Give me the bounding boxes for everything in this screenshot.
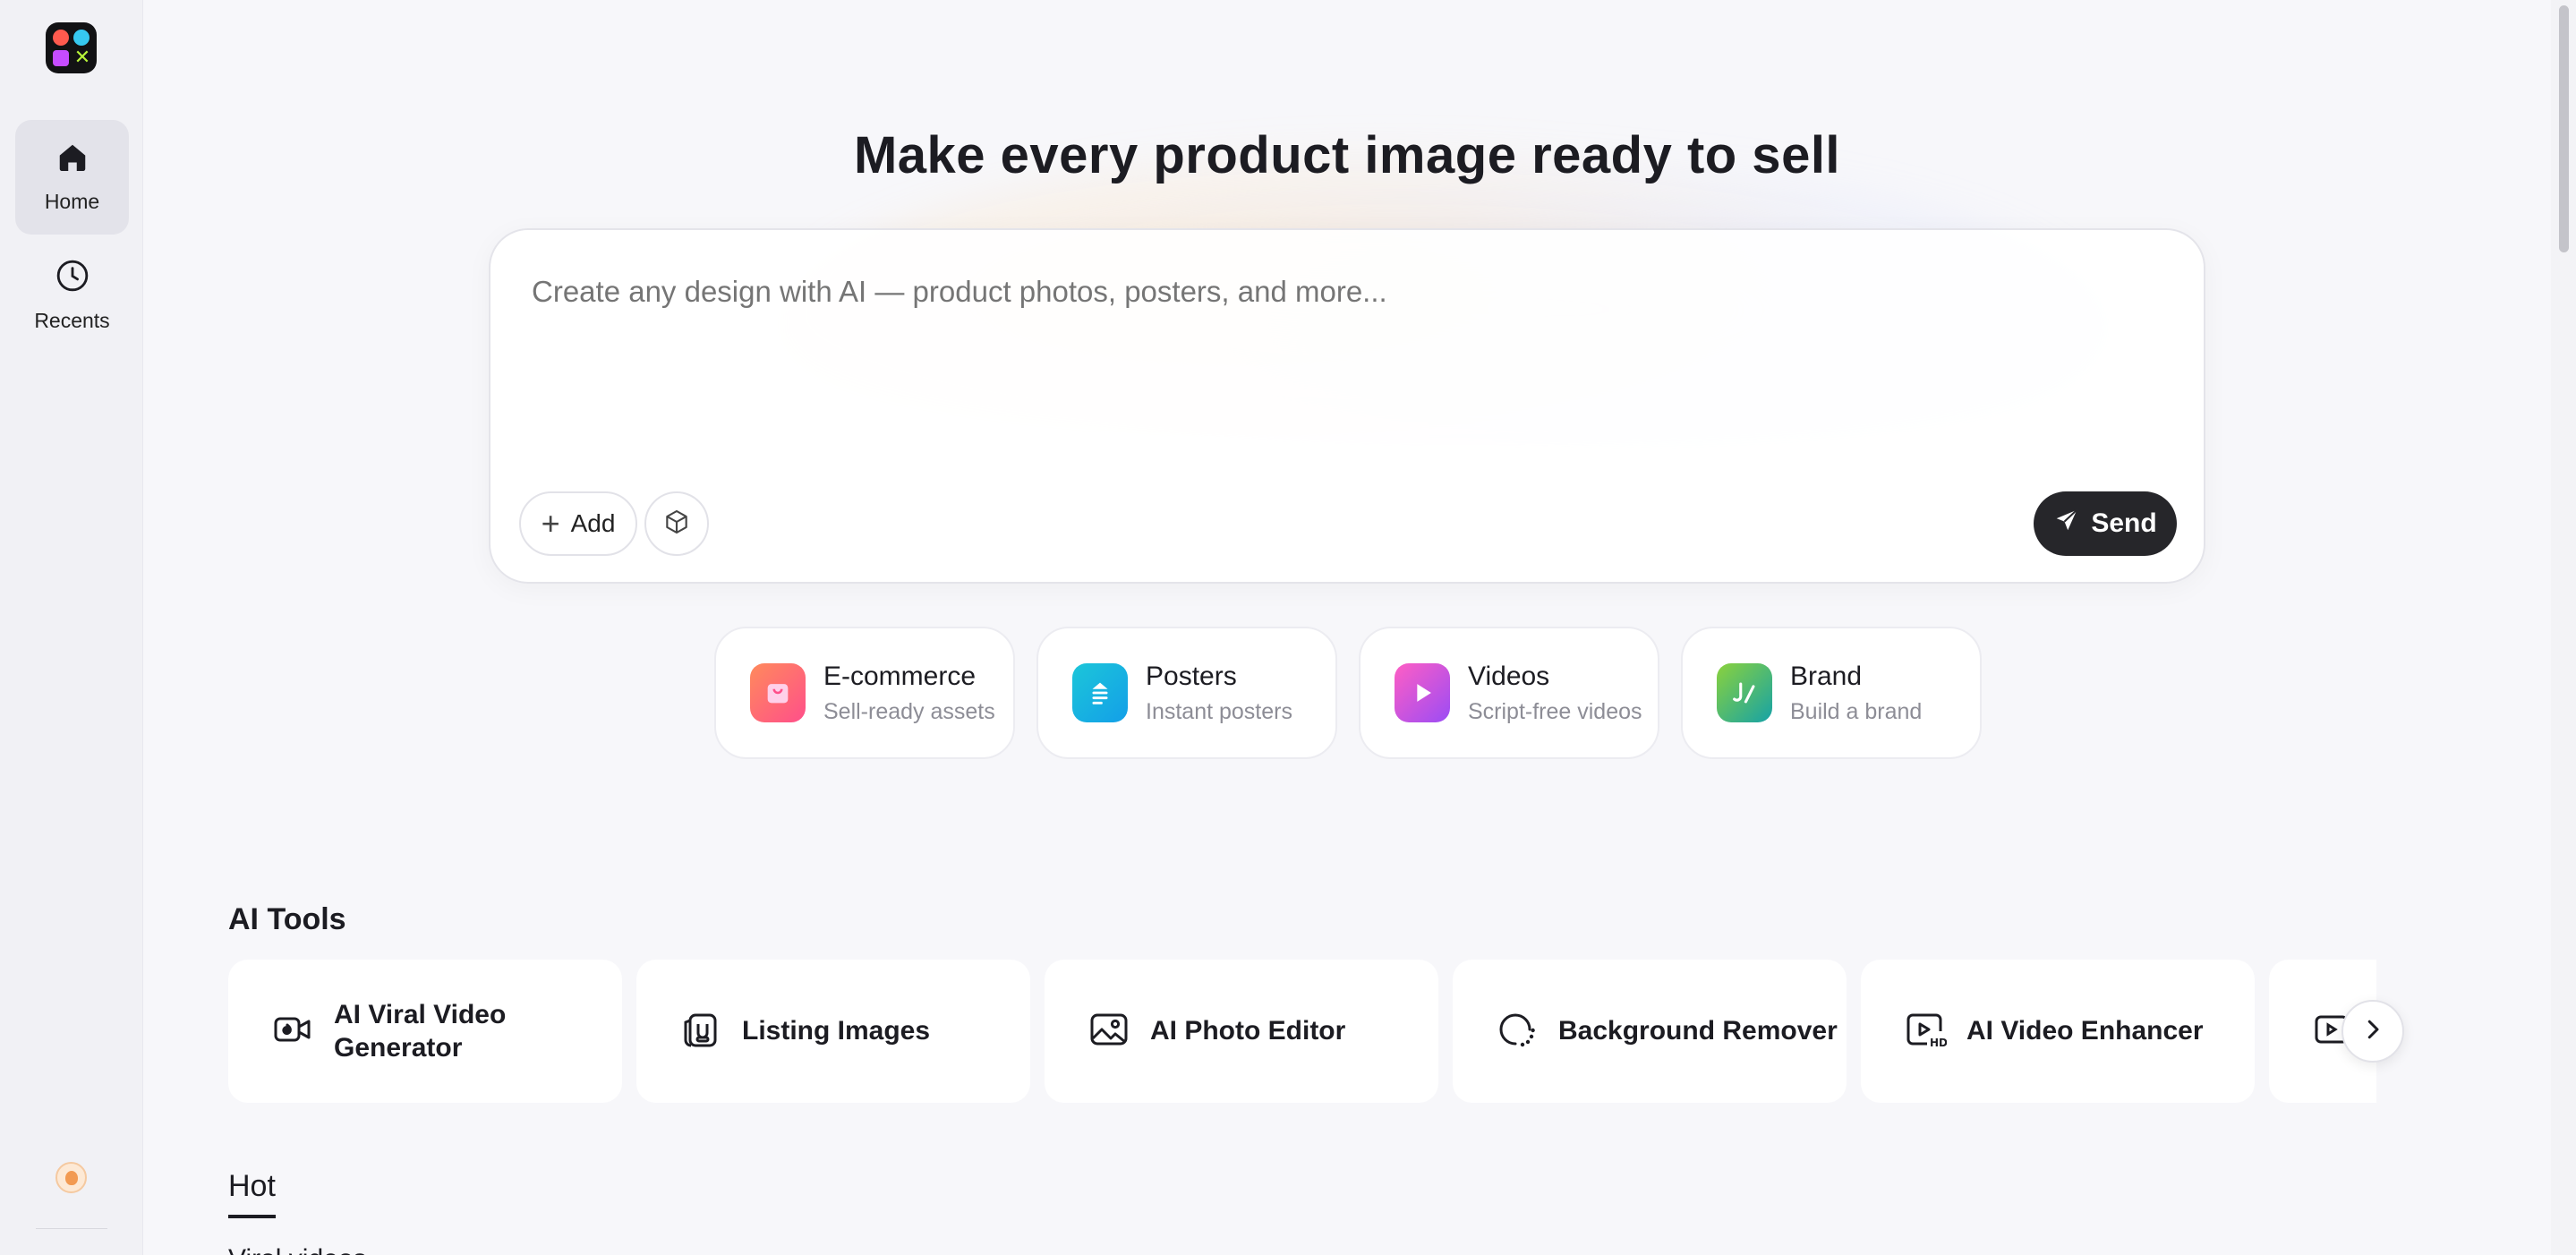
category-title: Posters xyxy=(1146,661,1237,691)
listing-images-icon xyxy=(679,1008,722,1055)
logo-dot-purple xyxy=(53,50,69,66)
tool-label: Listing Images xyxy=(742,1016,931,1046)
poster-icon xyxy=(1072,663,1128,722)
category-subtitle: Build a brand xyxy=(1790,698,1923,724)
category-posters[interactable]: Posters Instant posters xyxy=(1036,627,1337,759)
tool-label: AI Photo Editor xyxy=(1150,1016,1346,1046)
ai-tools-title: AI Tools xyxy=(228,902,346,936)
app-logo[interactable]: ✕ xyxy=(46,22,97,73)
background-remover-icon xyxy=(1496,1008,1539,1055)
tool-label: AI Video Enhancer xyxy=(1966,1016,2204,1046)
brand-icon xyxy=(1717,663,1772,722)
product-button[interactable] xyxy=(644,491,709,556)
sidebar-item-label: Recents xyxy=(34,309,110,332)
category-brand[interactable]: Brand Build a brand xyxy=(1681,627,1982,759)
page-scrollbar[interactable] xyxy=(2551,0,2576,1255)
plus-icon: + xyxy=(541,505,560,542)
send-icon xyxy=(2053,507,2080,541)
tool-ai-photo-editor[interactable]: AI Photo Editor xyxy=(1045,960,1438,1103)
clock-icon xyxy=(55,258,90,298)
credits-icon[interactable] xyxy=(55,1162,87,1193)
hd-video-icon: HD xyxy=(1904,1008,1948,1055)
shopping-bag-icon xyxy=(750,663,806,722)
chevron-right-icon xyxy=(2359,1016,2386,1047)
sidebar-item-home[interactable]: Home xyxy=(15,120,129,235)
logo-dot-red xyxy=(53,30,69,46)
category-title: Videos xyxy=(1468,661,1550,691)
tools-next-button[interactable] xyxy=(2341,1000,2404,1063)
send-button-label: Send xyxy=(2091,508,2157,538)
prompt-box: + Add Send xyxy=(489,228,2205,584)
category-videos[interactable]: Videos Script-free videos xyxy=(1359,627,1659,759)
main-content: Make every product image ready to sell +… xyxy=(143,0,2551,1255)
category-subtitle: Script-free videos xyxy=(1468,698,1642,724)
tool-listing-images[interactable]: Listing Images xyxy=(636,960,1030,1103)
category-title: Brand xyxy=(1790,661,1863,691)
photo-icon xyxy=(1088,1008,1130,1055)
category-title: E-commerce xyxy=(823,661,977,691)
cube-icon xyxy=(662,508,691,541)
category-subtitle: Sell-ready assets xyxy=(823,698,995,724)
add-button[interactable]: + Add xyxy=(519,491,637,556)
category-ecommerce[interactable]: E-commerce Sell-ready assets xyxy=(714,627,1015,759)
sidebar-divider xyxy=(36,1228,107,1229)
page-title: Make every product image ready to sell xyxy=(853,126,1841,184)
prompt-input[interactable] xyxy=(532,275,2143,309)
play-icon xyxy=(1395,663,1450,722)
tool-ai-video-enhancer[interactable]: HD AI Video Enhancer xyxy=(1861,960,2255,1103)
category-subtitle: Instant posters xyxy=(1146,698,1292,724)
section-heading-cut: Viral videos xyxy=(228,1244,367,1255)
tab-hot[interactable]: Hot xyxy=(228,1169,276,1218)
tool-ai-viral-video-generator[interactable]: AI Viral Video Generator xyxy=(228,960,622,1103)
video-camera-icon xyxy=(271,1008,314,1055)
tool-background-remover[interactable]: Background Remover xyxy=(1453,960,1847,1103)
logo-dot-blue xyxy=(73,30,90,46)
scrollbar-thumb[interactable] xyxy=(2559,5,2569,252)
add-button-label: Add xyxy=(570,509,616,537)
sidebar-item-recents[interactable]: Recents xyxy=(15,238,129,353)
send-button[interactable]: Send xyxy=(2034,491,2177,556)
home-icon xyxy=(55,141,90,179)
tool-label: AI Viral Video Generator xyxy=(334,999,507,1063)
sidebar: ✕ Home Recents xyxy=(0,0,143,1255)
svg-text:HD: HD xyxy=(1930,1037,1947,1049)
logo-cross-green: ✕ xyxy=(73,47,91,69)
sidebar-item-label: Home xyxy=(44,190,100,213)
tool-label: Background Remover xyxy=(1558,1016,1838,1046)
